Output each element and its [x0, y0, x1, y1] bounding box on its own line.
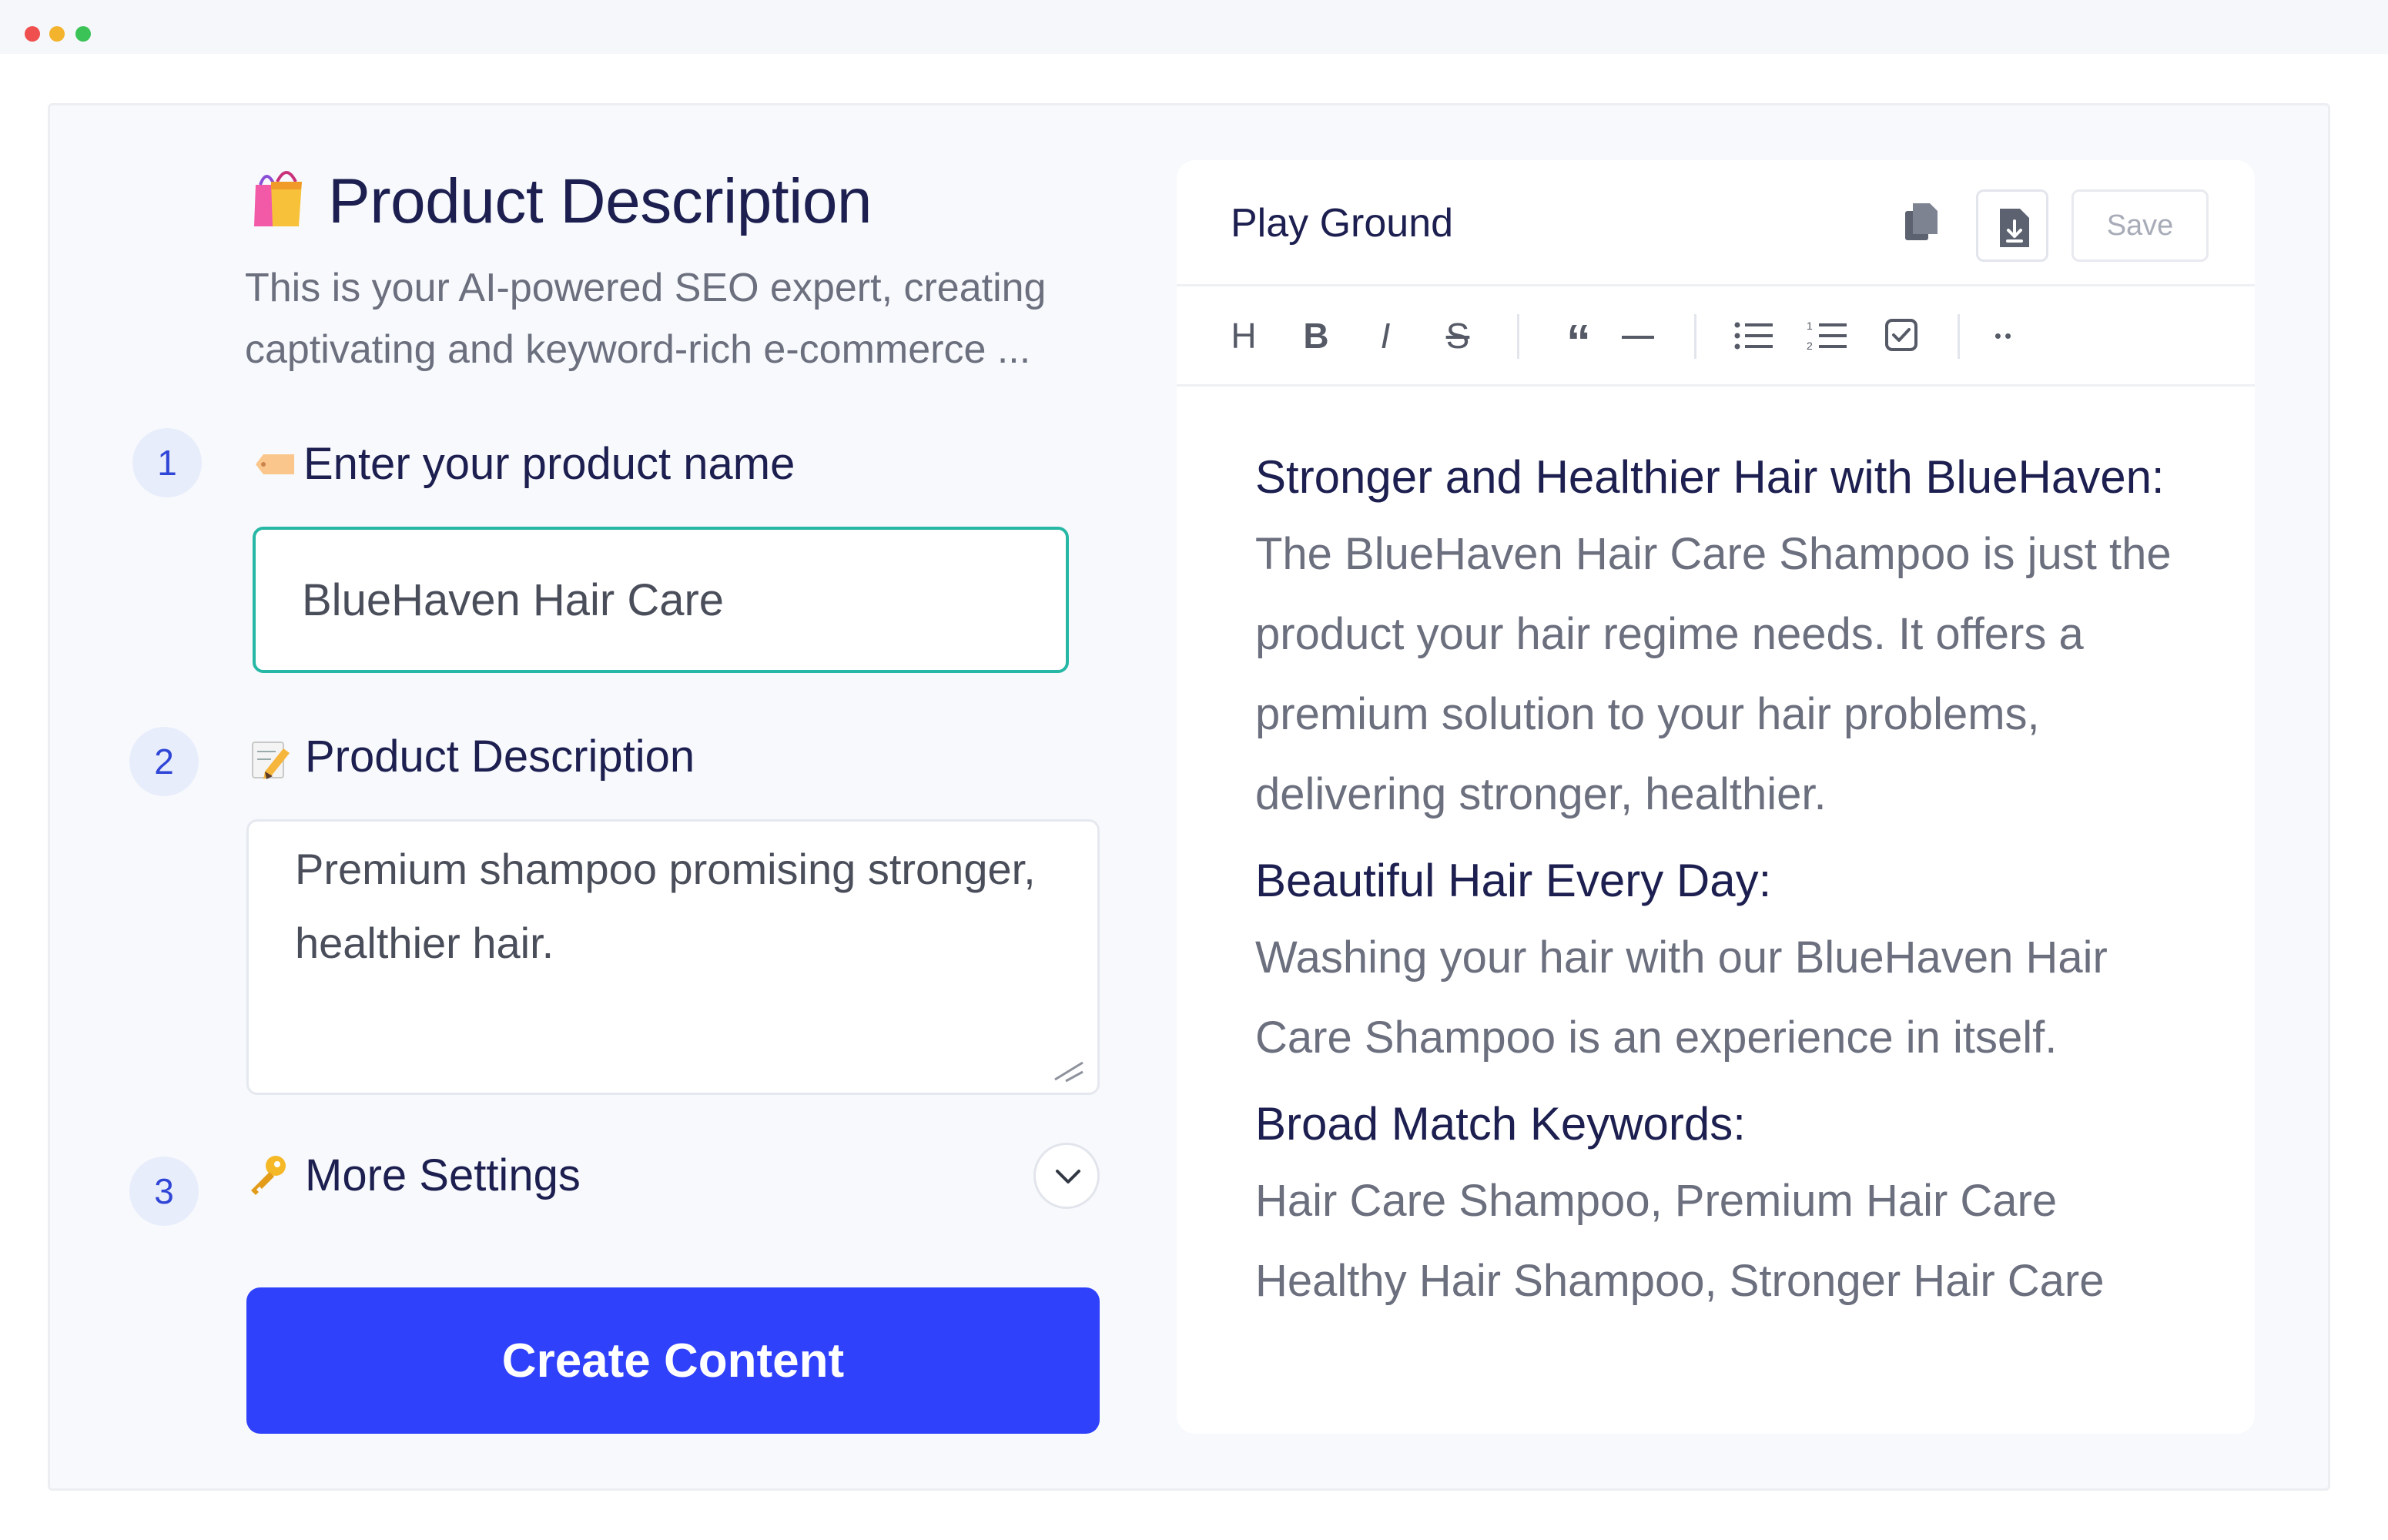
- resize-handle-icon[interactable]: [1052, 1052, 1086, 1083]
- page-title: Product Description: [328, 166, 872, 236]
- content-heading: Beautiful Hair Every Day:: [1255, 855, 1772, 906]
- content-paragraph: The BlueHaven Hair Care Shampoo is just …: [1255, 529, 2172, 819]
- toolbar-divider: [1517, 314, 1519, 359]
- create-content-button[interactable]: Create Content: [246, 1287, 1100, 1434]
- numbered-list-icon[interactable]: 1 2: [1807, 313, 1850, 359]
- step-number-3: 3: [129, 1157, 199, 1226]
- content-paragraph: Washing your hair with our BlueHaven Hai…: [1255, 932, 2108, 1063]
- more-tools-button[interactable]: ••: [1985, 313, 2024, 359]
- playground-title: Play Ground: [1231, 201, 1454, 246]
- editor-content[interactable]: Stronger and Healthier Hair with BlueHav…: [1255, 440, 2210, 1331]
- content-paragraph: Hair Care Shampoo, Premium Hair Care Hea…: [1255, 1176, 2105, 1306]
- bold-tool-button[interactable]: B: [1297, 313, 1335, 359]
- copy-icon[interactable]: [1902, 200, 1941, 243]
- strikethrough-tool-button[interactable]: S: [1438, 313, 1477, 359]
- step-2-label: Product Description: [305, 732, 695, 782]
- step-number-2: 2: [129, 727, 199, 796]
- svg-text:2: 2: [1807, 340, 1813, 352]
- svg-text:1: 1: [1807, 320, 1813, 332]
- content-heading: Broad Match Keywords:: [1255, 1098, 1746, 1150]
- playground-panel: Play Ground Save H B I S “ 1 2 •• Strong…: [1177, 160, 2255, 1434]
- shopping-bags-icon: [254, 171, 302, 226]
- product-name-input[interactable]: [253, 527, 1069, 673]
- window-titlebar: [0, 0, 2388, 54]
- italic-tool-button[interactable]: I: [1366, 313, 1405, 359]
- product-description-textarea[interactable]: Premium shampoo promising stronger, heal…: [246, 819, 1100, 1095]
- download-icon: [2000, 209, 2029, 247]
- quote-tool-button[interactable]: “: [1557, 313, 1600, 370]
- close-window-dot[interactable]: [25, 26, 40, 42]
- toolbar-divider: [1694, 314, 1696, 359]
- task-list-icon[interactable]: [1884, 313, 1921, 359]
- heading-tool-button[interactable]: H: [1224, 313, 1263, 359]
- page-description: This is your AI-powered SEO expert, crea…: [245, 266, 1047, 372]
- toolbar-divider: [1958, 314, 1960, 359]
- download-button[interactable]: [1976, 189, 2048, 262]
- save-button[interactable]: Save: [2071, 189, 2209, 262]
- editor-toolbar: H B I S “ 1 2 ••: [1177, 286, 2255, 387]
- bullet-list-icon[interactable]: [1733, 313, 1776, 359]
- step-1-label: Enter your product name: [303, 439, 795, 489]
- step-3-label: More Settings: [305, 1150, 581, 1200]
- memo-pencil-icon: [252, 742, 290, 779]
- maximize-window-dot[interactable]: [75, 26, 91, 42]
- key-icon: [251, 1156, 286, 1195]
- content-heading: Stronger and Healthier Hair with BlueHav…: [1255, 451, 2165, 503]
- minimize-window-dot[interactable]: [49, 26, 65, 42]
- playground-header: Play Ground Save: [1177, 160, 2255, 286]
- step-number-1: 1: [132, 428, 202, 497]
- more-settings-toggle-button[interactable]: [1033, 1143, 1100, 1209]
- horizontal-rule-icon[interactable]: [1619, 313, 1657, 359]
- chevron-down-icon: [1056, 1170, 1080, 1183]
- tag-label-icon: [256, 454, 294, 474]
